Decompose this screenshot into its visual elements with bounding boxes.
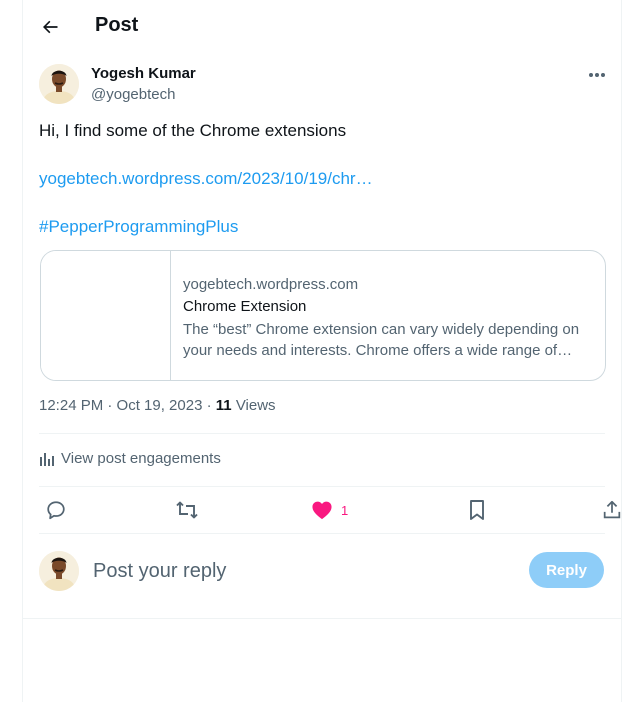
page-title: Post: [95, 14, 139, 36]
views-count: 11: [215, 397, 232, 414]
share-icon: [603, 500, 621, 519]
post-actions: 1: [39, 495, 621, 525]
like-button[interactable]: 1: [311, 495, 348, 525]
repost-icon: [176, 501, 198, 519]
analytics-icon: [40, 452, 54, 466]
reply-input[interactable]: [93, 556, 513, 586]
reply-icon: [47, 501, 65, 520]
view-engagements-link[interactable]: View post engagements: [39, 450, 221, 467]
reply-avatar-image: [39, 551, 79, 591]
card-description: The “best” Chrome extension can vary wid…: [183, 321, 580, 359]
bookmark-button[interactable]: [467, 495, 487, 525]
more-horizontal-icon: [589, 73, 605, 77]
author-avatar-image: [39, 64, 79, 104]
share-button[interactable]: [601, 495, 623, 525]
arrow-left-icon: [43, 20, 58, 34]
author-avatar[interactable]: [39, 64, 79, 104]
link-preview-card[interactable]: yogebtech.wordpress.com Chrome Extension…: [40, 250, 606, 381]
post-meta: 12:24 PM · Oct 19, 2023 · 11 Views: [39, 397, 276, 414]
post-header: Post: [23, 0, 621, 52]
like-count: 1: [341, 502, 349, 518]
engagements-label: View post engagements: [61, 450, 221, 467]
bookmark-icon: [470, 500, 484, 520]
back-button[interactable]: [33, 10, 67, 44]
divider: [39, 533, 605, 534]
post-detail-column: Post Yogesh Kumar @yogebtech Hi, I find …: [22, 0, 622, 702]
reply-button[interactable]: [45, 495, 67, 525]
author-name[interactable]: Yogesh Kumar: [91, 65, 196, 82]
card-thumbnail: [41, 251, 171, 380]
author-handle[interactable]: @yogebtech: [91, 86, 175, 103]
repost-button[interactable]: [175, 495, 199, 525]
heart-filled-icon: [312, 501, 332, 520]
more-options-button[interactable]: [584, 62, 610, 88]
post-link[interactable]: yogebtech.wordpress.com/2023/10/19/chr…: [39, 168, 373, 190]
post-timestamp[interactable]: 12:24 PM · Oct 19, 2023: [39, 397, 202, 414]
views-label: Views: [235, 397, 276, 414]
card-body: yogebtech.wordpress.com Chrome Extension…: [183, 275, 599, 361]
divider: [23, 618, 621, 619]
divider: [39, 486, 605, 487]
reply-submit-button[interactable]: Reply: [529, 552, 604, 588]
meta-separator: ·: [206, 397, 216, 414]
reply-avatar: [39, 551, 79, 591]
post-hashtag[interactable]: #PepperProgrammingPlus: [39, 216, 238, 238]
card-title: Chrome Extension: [183, 298, 307, 315]
divider: [39, 433, 605, 434]
card-domain: yogebtech.wordpress.com: [183, 276, 359, 293]
post-text: Hi, I find some of the Chrome extensions: [39, 121, 347, 140]
